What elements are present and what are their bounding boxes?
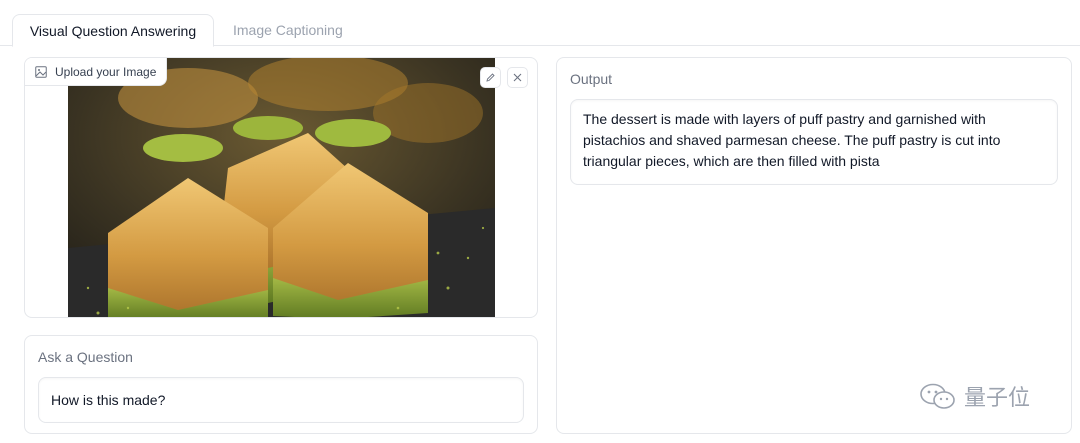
tab-bar: Visual Question Answering Image Captioni… xyxy=(0,0,1080,47)
question-input[interactable]: How is this made? xyxy=(38,377,524,423)
output-panel: Output The dessert is made with layers o… xyxy=(556,57,1072,434)
tab-image-captioning[interactable]: Image Captioning xyxy=(217,14,359,46)
image-upload-panel[interactable]: Upload your Image xyxy=(24,57,538,318)
pencil-icon xyxy=(486,73,495,82)
watermark: 量子位 xyxy=(918,380,1030,412)
wechat-icon xyxy=(920,383,955,409)
clear-image-button[interactable] xyxy=(507,67,528,88)
question-panel: Ask a Question How is this made? xyxy=(24,335,538,434)
image-icon xyxy=(35,65,47,78)
close-icon xyxy=(513,73,522,82)
uploaded-baklava-image xyxy=(68,58,495,317)
image-panel-label: Upload your Image xyxy=(25,58,168,86)
edit-image-button[interactable] xyxy=(480,67,501,88)
output-label: Output xyxy=(570,71,613,87)
tab-visual-question-answering[interactable]: Visual Question Answering xyxy=(12,14,214,47)
question-label: Ask a Question xyxy=(38,349,133,365)
watermark-text: 量子位 xyxy=(964,385,1031,410)
output-textbox[interactable]: The dessert is made with layers of puff … xyxy=(570,99,1058,185)
image-action-buttons xyxy=(480,67,528,88)
image-panel-label-text: Upload your Image xyxy=(55,64,157,79)
